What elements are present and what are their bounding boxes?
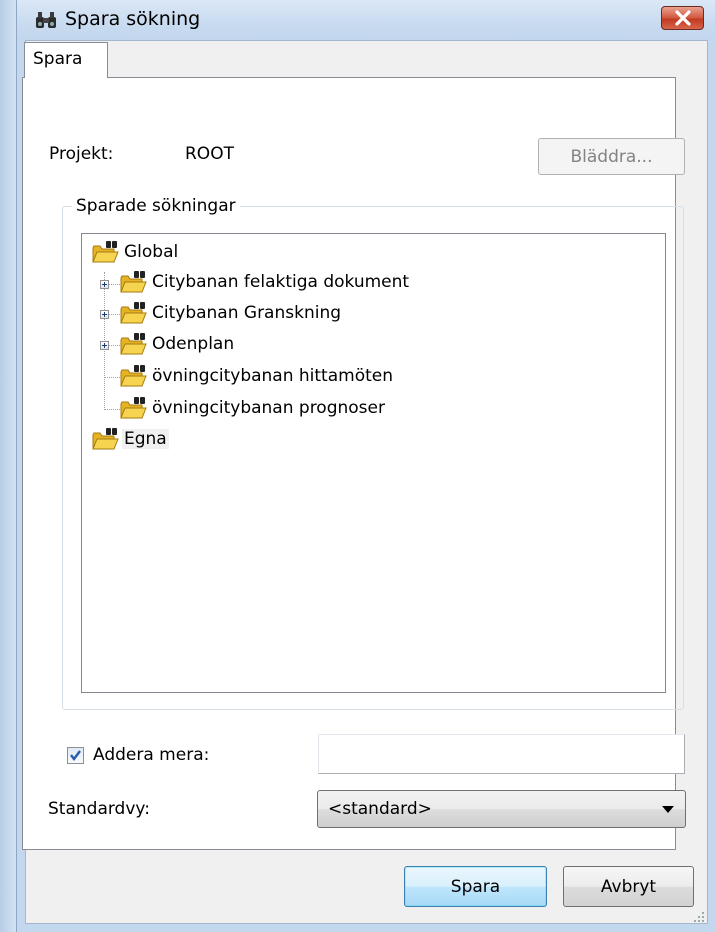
title-bar[interactable]: Spara sökning [17, 0, 715, 40]
tree-item-ovning-hittamoten[interactable]: övningcitybanan hittamöten [120, 364, 520, 388]
close-button[interactable] [661, 6, 704, 30]
tree-item-egna[interactable]: Egna [92, 427, 292, 451]
saved-searches-tree[interactable]: Global Citybanan felaktiga dokument City… [81, 233, 666, 693]
tree-item-citybanan-granskning[interactable]: Citybanan Granskning [120, 301, 520, 325]
background-window-edge [0, 0, 16, 932]
add-more-label: Addera mera: [93, 745, 210, 765]
tree-connector-line [104, 409, 120, 411]
project-label: Projekt: [49, 144, 114, 164]
tree-connector-line [108, 314, 120, 316]
default-view-select[interactable]: <standard> [317, 790, 686, 828]
expand-toggle[interactable] [100, 280, 109, 289]
expand-toggle[interactable] [100, 310, 109, 319]
tree-item-global[interactable]: Global [92, 240, 292, 264]
resize-grip-icon[interactable] [692, 910, 706, 924]
saved-searches-legend: Sparade sökningar [72, 196, 240, 216]
browse-button-label: Bläddra... [570, 147, 653, 167]
tree-connector-line [108, 345, 120, 347]
tree-item-citybanan-felaktiga[interactable]: Citybanan felaktiga dokument [120, 270, 520, 294]
tree-item-odenplan[interactable]: Odenplan [120, 332, 520, 356]
search-folder-icon [120, 397, 147, 419]
tree-item-label: Citybanan felaktiga dokument [152, 272, 410, 292]
search-folder-icon [120, 302, 147, 324]
project-value: ROOT [185, 144, 234, 164]
add-more-checkbox[interactable] [67, 747, 84, 764]
save-button-label: Spara [450, 877, 501, 897]
tree-item-label: Citybanan Granskning [152, 303, 342, 323]
tree-connector-line [108, 284, 120, 286]
cancel-button[interactable]: Avbryt [563, 866, 694, 907]
search-folder-icon [120, 271, 147, 293]
cancel-button-label: Avbryt [600, 877, 657, 897]
chevron-down-icon [662, 806, 674, 813]
add-more-input[interactable] [318, 734, 685, 774]
save-button[interactable]: Spara [404, 866, 547, 907]
browse-button[interactable]: Bläddra... [538, 138, 685, 175]
search-folder-icon [120, 365, 147, 387]
search-folder-icon [92, 428, 119, 450]
tab-label: Spara [33, 49, 83, 69]
close-icon [675, 10, 691, 26]
window-title: Spara sökning [65, 8, 201, 30]
tree-connector-line [104, 377, 120, 379]
binoculars-icon [36, 12, 56, 28]
tree-item-label: Odenplan [152, 334, 235, 354]
default-view-label: Standardvy: [48, 799, 150, 819]
search-folder-icon [120, 333, 147, 355]
default-view-value: <standard> [328, 799, 432, 819]
tree-item-label: Global [124, 242, 179, 262]
tab-spara[interactable]: Spara [24, 42, 108, 78]
expand-toggle[interactable] [100, 341, 109, 350]
checkmark-icon [70, 750, 81, 761]
tree-item-label: övningcitybanan prognoser [152, 398, 385, 418]
tree-item-label: övningcitybanan hittamöten [152, 366, 394, 386]
search-folder-icon [92, 241, 119, 263]
tree-item-label: Egna [122, 429, 169, 449]
tree-item-ovning-prognoser[interactable]: övningcitybanan prognoser [120, 396, 520, 420]
